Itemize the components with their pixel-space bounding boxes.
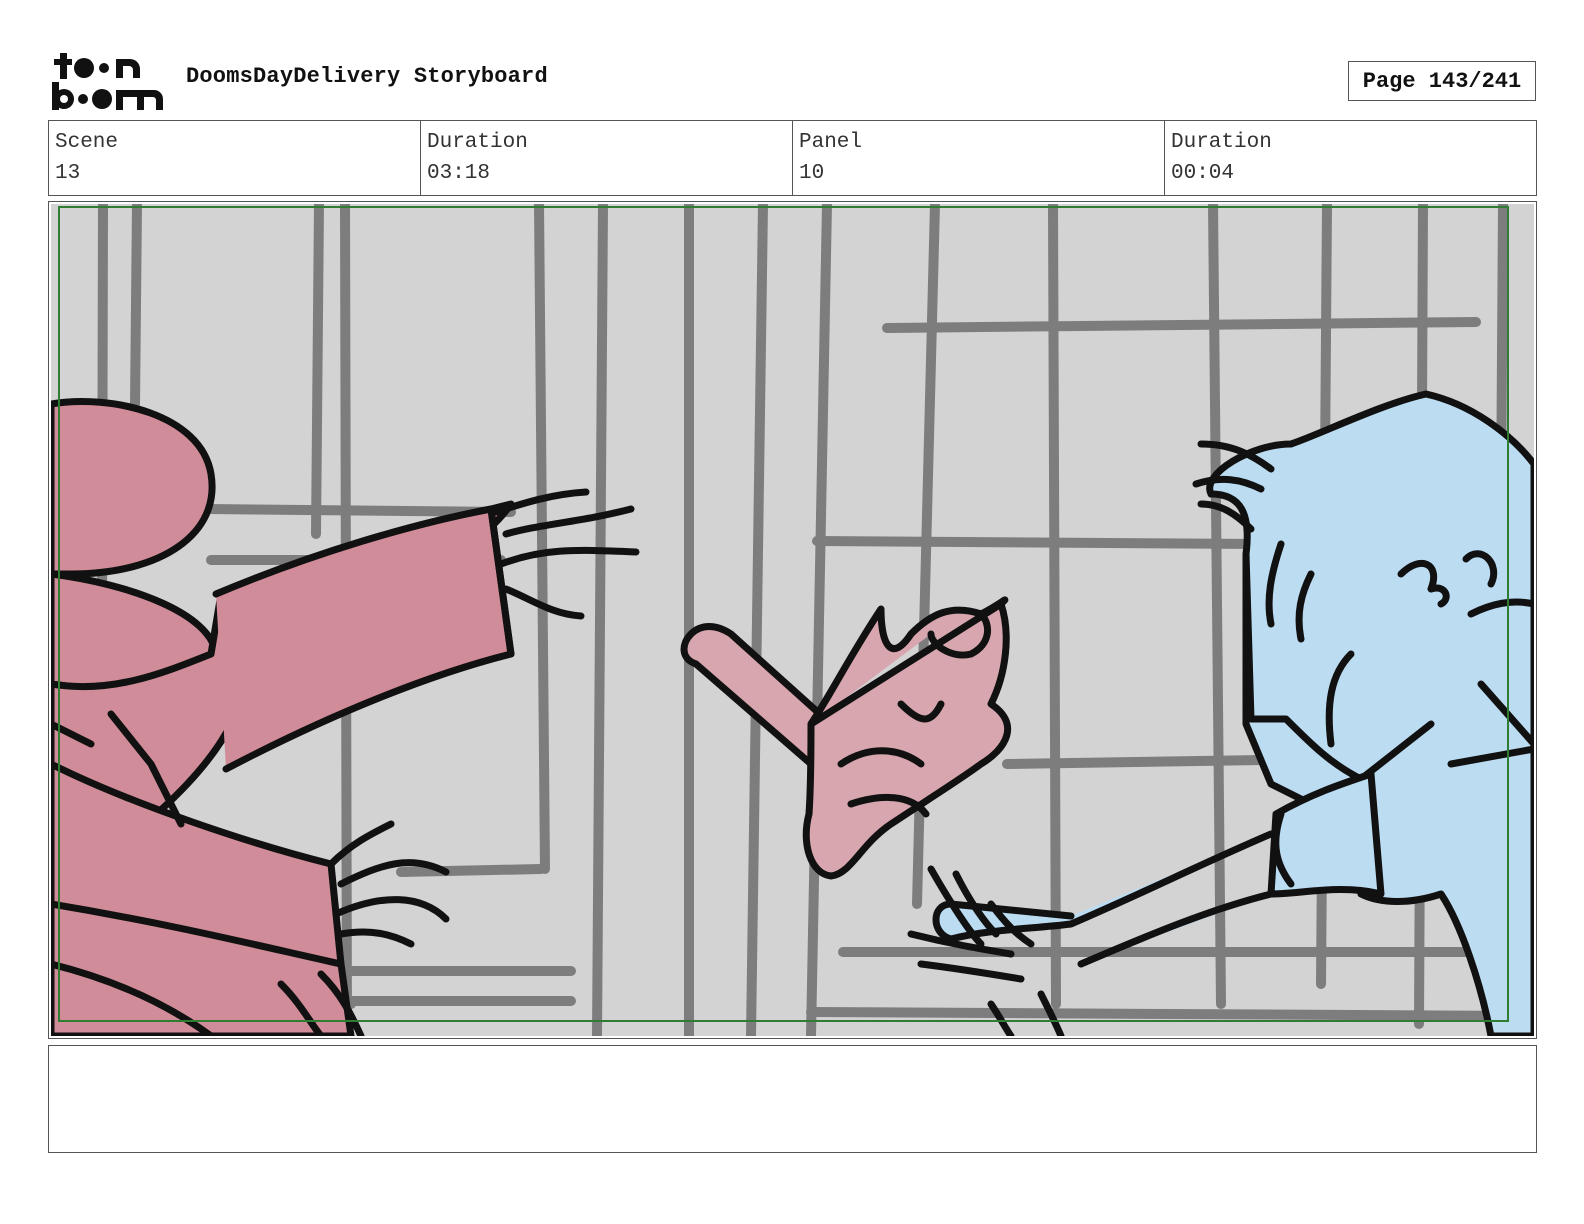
scene-duration-value: 03:18 — [427, 162, 491, 185]
panel-notes-box — [48, 1045, 1537, 1153]
scene-duration-cell: Duration 03:18 — [421, 121, 793, 195]
panel-label: Panel — [799, 131, 863, 154]
scene-info-table: Scene 13 Duration 03:18 Panel 10 Duratio… — [48, 120, 1537, 196]
scene-cell: Scene 13 — [49, 121, 421, 195]
scene-value: 13 — [55, 162, 81, 185]
page-number: Page 143/241 — [1348, 61, 1536, 101]
scene-label: Scene — [55, 131, 119, 154]
panel-duration-value: 00:04 — [1171, 162, 1235, 185]
panel-duration-cell: Duration 00:04 — [1165, 121, 1536, 195]
panel-duration-label: Duration — [1171, 131, 1272, 154]
storyboard-title: DoomsDayDelivery Storyboard — [186, 64, 548, 89]
scene-duration-label: Duration — [427, 131, 528, 154]
toon-boom-logo — [50, 50, 165, 112]
storyboard-panel-drawing — [46, 199, 1539, 1041]
panel-value: 10 — [799, 162, 825, 185]
panel-cell: Panel 10 — [793, 121, 1165, 195]
